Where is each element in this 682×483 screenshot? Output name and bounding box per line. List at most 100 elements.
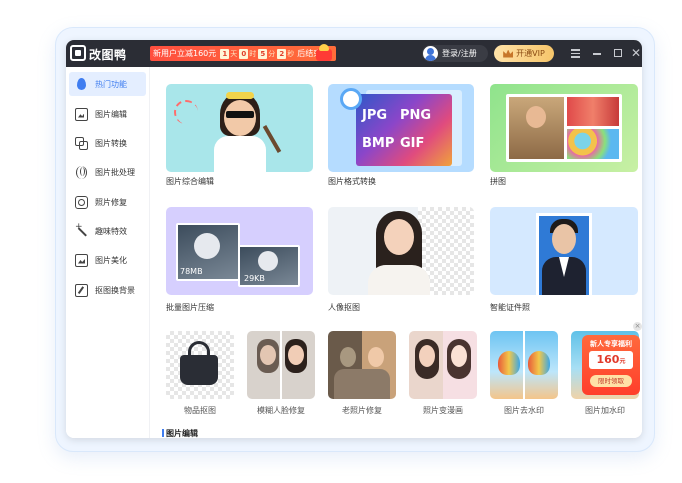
countdown-digit: 2 <box>277 48 287 59</box>
format-label: GIF <box>400 136 425 151</box>
sidebar-item-label: 图片转换 <box>95 138 127 148</box>
image-edit-icon <box>75 107 88 121</box>
offer-price-value: 160 <box>596 353 620 366</box>
sidebar-item-label: 热门功能 <box>95 79 127 89</box>
newcomer-offer-badge[interactable]: 新人专享福利 160元 限时领取 <box>582 335 640 395</box>
login-label: 登录/注册 <box>442 49 477 58</box>
sidebar-item-label: 图片美化 <box>95 255 127 265</box>
app-title: 改图鸭 <box>89 48 127 62</box>
minimize-icon[interactable] <box>591 47 603 59</box>
card-label: 图片格式转换 <box>328 177 376 186</box>
countdown-digit: 1 <box>220 48 230 59</box>
sidebar-item-label: 图片编辑 <box>95 109 127 119</box>
menu-icon[interactable] <box>569 47 581 59</box>
card-image-edit[interactable]: 图片综合编辑 <box>166 84 313 186</box>
beautify-icon <box>75 253 88 267</box>
card-label: 照片变漫画 <box>423 406 463 415</box>
sidebar-item-beautify[interactable]: 图片美化 <box>69 248 146 272</box>
card-thumbnail <box>247 331 315 399</box>
offer-title: 新人专享福利 <box>590 340 632 348</box>
size-before: 78MB <box>180 267 203 276</box>
sidebar-item-cutout[interactable]: 抠图换背景 <box>69 278 146 302</box>
card-thumbnail <box>490 207 638 295</box>
card-remove-watermark[interactable]: 图片去水印 <box>490 331 558 421</box>
offer-price-unit: 元 <box>619 358 626 365</box>
card-label: 人像抠图 <box>328 303 360 312</box>
card-collage[interactable]: 拼图 <box>490 84 638 186</box>
card-label: 老照片修复 <box>342 406 382 415</box>
card-label: 模糊人脸修复 <box>257 406 305 415</box>
promo-banner[interactable]: 新用户立减160元 1天 0时 5分 2秒 后结束 <box>150 46 336 61</box>
close-icon[interactable]: ✕ <box>630 47 642 59</box>
gift-icon[interactable] <box>313 41 335 65</box>
size-after: 29KB <box>244 274 265 283</box>
convert-icon <box>75 136 88 150</box>
countdown-unit: 分 <box>268 49 276 58</box>
card-portrait-cutout[interactable]: 人像抠图 <box>328 207 474 312</box>
countdown-unit: 天 <box>230 49 238 58</box>
main-content: 图片综合编辑 JPG PNG BMP GIF 图片格式转换 拼图 78MB 29… <box>150 67 642 438</box>
sidebar-item-label: 照片修复 <box>95 197 127 207</box>
card-thumbnail: 78MB 29KB <box>166 207 313 295</box>
card-thumbnail <box>328 331 396 399</box>
card-blur-face-repair[interactable]: 模糊人脸修复 <box>247 331 315 421</box>
sidebar-item-label: 抠图换背景 <box>95 285 135 295</box>
countdown-unit: 时 <box>249 49 257 58</box>
card-thumbnail: JPG PNG BMP GIF <box>328 84 474 172</box>
card-label: 物品抠图 <box>184 406 216 415</box>
card-thumbnail <box>328 207 474 295</box>
gift-bow <box>319 44 329 51</box>
sidebar-item-effects[interactable]: 趣味特效 <box>69 219 146 243</box>
sidebar-item-label: 图片批处理 <box>95 167 135 177</box>
sidebar-item-image-convert[interactable]: 图片转换 <box>69 131 146 155</box>
card-label: 图片综合编辑 <box>166 177 214 186</box>
cutout-icon <box>75 283 88 297</box>
card-label: 智能证件照 <box>490 303 530 312</box>
card-format-convert[interactable]: JPG PNG BMP GIF 图片格式转换 <box>328 84 474 186</box>
card-photo-to-cartoon[interactable]: 照片变漫画 <box>409 331 477 421</box>
card-old-photo-repair[interactable]: 老照片修复 <box>328 331 396 421</box>
format-label: BMP <box>362 136 395 151</box>
vip-label: 开通VIP <box>516 49 545 58</box>
card-batch-compress[interactable]: 78MB 29KB 批量图片压缩 <box>166 207 313 312</box>
close-icon[interactable]: × <box>633 322 642 331</box>
claim-button[interactable]: 限时领取 <box>590 375 632 387</box>
repair-icon <box>75 195 88 209</box>
crown-icon <box>503 49 514 58</box>
countdown-unit: 秒 <box>287 49 295 58</box>
card-thumbnail <box>490 331 558 399</box>
avatar-icon <box>423 46 438 61</box>
card-id-photo[interactable]: 智能证件照 <box>490 207 638 312</box>
sidebar-item-image-edit[interactable]: 图片编辑 <box>69 102 146 126</box>
magic-wand-icon <box>75 222 88 238</box>
title-bar: 改图鸭 新用户立减160元 1天 0时 5分 2秒 后结束 登录/注册 开通VI… <box>66 40 642 67</box>
card-thumbnail <box>409 331 477 399</box>
sidebar-item-hot[interactable]: 热门功能 <box>69 72 146 96</box>
card-label: 图片加水印 <box>585 406 625 415</box>
offer-price: 160元 <box>589 351 633 369</box>
card-thumbnail <box>490 84 638 172</box>
sidebar-item-label: 趣味特效 <box>95 226 127 236</box>
card-label: 拼图 <box>490 177 506 186</box>
card-thumbnail <box>166 331 234 399</box>
batch-icon <box>76 165 87 179</box>
format-label: PNG <box>400 108 432 123</box>
sidebar-item-repair[interactable]: 照片修复 <box>69 190 146 214</box>
drop-icon <box>77 78 86 90</box>
sidebar: 热门功能 图片编辑 图片转换 图片批处理 照片修复 趣味特效 图片美化 抠图换 <box>66 67 150 438</box>
format-label: JPG <box>362 108 388 123</box>
card-label: 批量图片压缩 <box>166 303 214 312</box>
card-object-cutout[interactable]: 物品抠图 <box>166 331 234 421</box>
maximize-icon[interactable] <box>612 47 624 59</box>
app-logo-icon <box>70 45 86 61</box>
login-button[interactable]: 登录/注册 <box>422 45 488 62</box>
countdown-digit: 5 <box>258 48 268 59</box>
card-thumbnail <box>166 84 313 172</box>
promo-text: 新用户立减160元 <box>153 49 217 58</box>
countdown-digit: 0 <box>239 48 249 59</box>
sidebar-item-batch[interactable]: 图片批处理 <box>69 160 146 184</box>
app-window: 改图鸭 新用户立减160元 1天 0时 5分 2秒 后结束 登录/注册 开通VI… <box>66 40 642 438</box>
card-label: 图片去水印 <box>504 406 544 415</box>
section-title: 图片编辑 <box>162 429 198 438</box>
vip-button[interactable]: 开通VIP <box>494 45 554 62</box>
